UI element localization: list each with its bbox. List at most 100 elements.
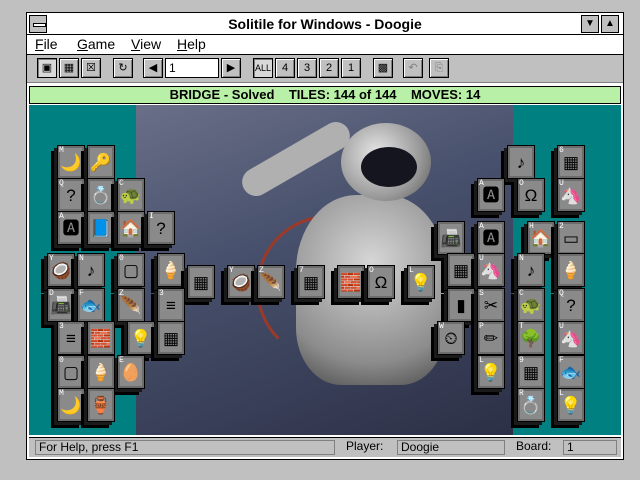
tile[interactable]: 🏺 [87, 388, 115, 422]
tile-symbol-icon: 🅰 [482, 229, 500, 248]
tile[interactable]: 3 ≡ [157, 288, 185, 322]
tile[interactable]: A 🅰 [57, 211, 85, 245]
tile[interactable]: S ✂ [477, 288, 505, 322]
tile[interactable]: 3 ≡ [57, 321, 85, 355]
tile[interactable]: 7 ▦ [297, 265, 325, 299]
layers-3-button[interactable]: 3 [297, 58, 317, 78]
undo-button[interactable]: ↶ [403, 58, 423, 78]
layers-2-button[interactable]: 2 [319, 58, 339, 78]
tile-symbol-icon: 🐟 [80, 296, 102, 315]
tile-symbol-icon: 🏠 [530, 229, 552, 248]
maximize-icon: ▲ [605, 18, 615, 29]
tile[interactable]: F 🐟 [77, 288, 105, 322]
tile[interactable]: C 🐢 [117, 178, 145, 212]
tile[interactable]: 📠 [437, 221, 465, 255]
minimize-button[interactable]: ▼ [581, 15, 599, 33]
tile[interactable]: F 🐟 [557, 355, 585, 389]
tile[interactable]: 📘 [87, 211, 115, 245]
tile[interactable]: ▦ [157, 321, 185, 355]
tile[interactable]: U 🦄 [557, 178, 585, 212]
tile[interactable]: ▦ [447, 253, 475, 287]
layers-4-button[interactable]: 4 [275, 58, 295, 78]
previous-board-button[interactable]: ◀ [143, 58, 163, 78]
tile[interactable]: Q? [57, 178, 85, 212]
tile[interactable]: Z 🪶 [257, 265, 285, 299]
tile[interactable]: D 📠 [47, 288, 75, 322]
tile-symbol-icon: ▢ [122, 261, 140, 280]
tile[interactable]: N ♪ [77, 253, 105, 287]
tile[interactable]: 🏠 [117, 211, 145, 245]
tile[interactable]: R 💍 [517, 388, 545, 422]
arrow-left-icon: ◀ [148, 62, 158, 74]
tile-symbol-icon: 🍦 [560, 261, 582, 280]
title-bar[interactable]: Solitile for Windows - Doogie ▼ ▲ [27, 13, 623, 35]
tile[interactable]: 💡 [127, 321, 155, 355]
tile[interactable]: 0 ▢ [117, 253, 145, 287]
game-board[interactable]: M 🌙 🔑 Q? 💍 C 🐢 A 🅰 📘 🏠 I? Y 🥥 N ♪ 0 ▢ 🍦 ▦ Y 🥥 Z 🪶 7 ▦ 🧱 O Ω L 💡 D 📠 F 🐟 Z 🪶 3… [29, 105, 621, 435]
layers-all-button[interactable]: ALL [253, 58, 273, 78]
board-number-input[interactable]: 1 [165, 58, 219, 78]
astronaut-arm [237, 116, 355, 202]
tile[interactable]: L 💡 [557, 388, 585, 422]
tile-symbol-icon: ≡ [166, 296, 176, 315]
hint-button[interactable]: ⎘ [429, 58, 449, 78]
tile[interactable]: L 💡 [407, 265, 435, 299]
tile[interactable]: ▦ [187, 265, 215, 299]
tile[interactable]: 9 ▦ [517, 355, 545, 389]
tile[interactable]: 💍 [87, 178, 115, 212]
tile-symbol-icon: ▦ [192, 273, 210, 292]
tile[interactable]: M 🌙 [57, 145, 85, 179]
tile[interactable]: 🍦 [157, 253, 185, 287]
tiles-count: TILES: 144 of 144 [288, 87, 397, 102]
tile[interactable]: 🧱 [337, 265, 365, 299]
close-view-button[interactable]: ☒ [81, 58, 101, 78]
tile[interactable]: ▮ [447, 288, 475, 322]
tile[interactable]: OΩ [517, 178, 545, 212]
tile[interactable]: I? [147, 211, 175, 245]
tile[interactable]: Q? [557, 288, 585, 322]
tile[interactable]: 🔑 [87, 145, 115, 179]
tile-symbol-icon: 🐢 [520, 296, 542, 315]
menu-game[interactable]: Game [77, 36, 115, 52]
menu-file[interactable]: File [35, 36, 58, 52]
astronaut-visor [361, 147, 417, 187]
grid-view-button[interactable]: ▦ [59, 58, 79, 78]
layers-1-button[interactable]: 1 [341, 58, 361, 78]
tile[interactable]: 🍦 [87, 355, 115, 389]
tile-symbol-icon: 🔑 [90, 153, 112, 172]
tile[interactable]: A 🅰 [477, 178, 505, 212]
tile[interactable]: T 🌳 [517, 321, 545, 355]
restart-button[interactable]: ↻ [113, 58, 133, 78]
tile[interactable]: W ⏲ [437, 321, 465, 355]
tile-symbol-icon: 🥚 [120, 363, 142, 382]
next-board-button[interactable]: ▶ [221, 58, 241, 78]
tile[interactable]: 🍦 [557, 253, 585, 287]
tile[interactable]: OΩ [367, 265, 395, 299]
menu-help[interactable]: Help [177, 36, 206, 52]
tile[interactable]: U 🦄 [557, 321, 585, 355]
player-label: Player: [346, 439, 384, 453]
tile[interactable]: Y 🥥 [47, 253, 75, 287]
tile[interactable]: L 💡 [477, 355, 505, 389]
tile[interactable]: P ✏ [477, 321, 505, 355]
single-layer-view-button[interactable]: ▣ [37, 58, 57, 78]
tile[interactable]: N ♪ [517, 253, 545, 287]
tile[interactable]: Z 🪶 [117, 288, 145, 322]
tile[interactable]: A 🅰 [477, 221, 505, 255]
tile[interactable]: 0 ▢ [57, 355, 85, 389]
tile[interactable]: E 🥚 [117, 355, 145, 389]
tile[interactable]: H 🏠 [527, 221, 555, 255]
background-button[interactable]: ▩ [373, 58, 393, 78]
menu-view[interactable]: View [131, 36, 161, 52]
tile[interactable]: M 🌙 [57, 388, 85, 422]
tile-symbol-icon: ▦ [562, 153, 580, 172]
tile[interactable]: 2 ▭ [557, 221, 585, 255]
tile[interactable]: 🧱 [87, 321, 115, 355]
tile[interactable]: ♪ [507, 145, 535, 179]
tile-symbol-icon: 💍 [90, 186, 112, 205]
tile[interactable]: U 🦄 [477, 253, 505, 287]
tile[interactable]: Y 🥥 [227, 265, 255, 299]
maximize-button[interactable]: ▲ [601, 15, 619, 33]
tile[interactable]: 6 ▦ [557, 145, 585, 179]
tile[interactable]: C 🐢 [517, 288, 545, 322]
